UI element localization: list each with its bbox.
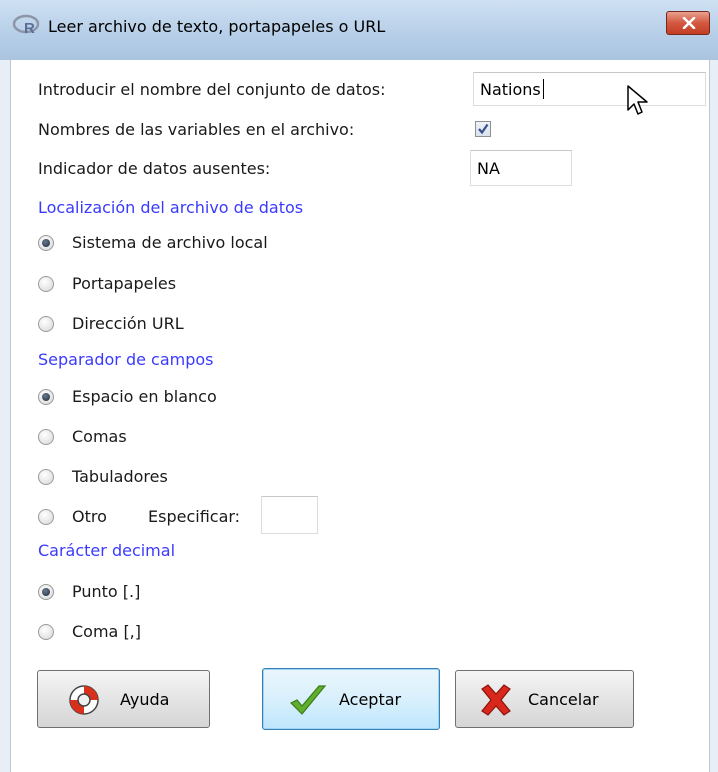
radio-local-filesystem[interactable] [38,235,54,251]
help-button-label: Ayuda [120,690,170,709]
decimal-heading: Carácter decimal [38,541,176,560]
window-title: Leer archivo de texto, portapapeles o UR… [48,17,386,36]
specify-separator-input[interactable] [261,496,318,534]
dataset-name-value: Nations [480,80,541,99]
window-frame-left [0,60,10,772]
radio-decimal-point[interactable] [38,584,54,600]
dataset-name-label: Introducir el nombre del conjunto de dat… [38,80,386,99]
svg-text:R: R [24,20,35,36]
checkmark-icon [289,683,327,721]
separator-heading: Separador de campos [38,350,214,369]
missing-indicator-input[interactable]: NA [470,150,572,186]
cancel-x-icon [478,683,514,721]
cancel-button[interactable]: Cancelar [455,670,634,728]
other-label[interactable]: Otro [72,507,107,526]
radio-url[interactable] [38,316,54,332]
location-heading: Localización del archivo de datos [38,198,304,217]
text-caret [542,79,544,99]
specify-label: Especificar: [148,507,241,526]
var-names-label: Nombres de las variables en el archivo: [38,120,355,139]
whitespace-label[interactable]: Espacio en blanco [72,387,217,406]
lifebuoy-icon [68,684,100,720]
commas-label[interactable]: Comas [72,427,127,446]
radio-decimal-comma[interactable] [38,624,54,640]
radio-clipboard[interactable] [38,276,54,292]
checkmark-icon [478,123,489,135]
help-button[interactable]: Ayuda [37,670,210,728]
clipboard-label[interactable]: Portapapeles [72,274,176,293]
radio-other[interactable] [38,509,54,525]
dialog-window: R Leer archivo de texto, portapapeles o … [0,0,718,772]
var-names-checkbox[interactable] [475,121,491,137]
dataset-name-input[interactable]: Nations [473,72,706,106]
missing-indicator-label: Indicador de datos ausentes: [38,159,271,178]
r-app-icon: R [12,14,42,37]
local-filesystem-label[interactable]: Sistema de archivo local [72,233,268,252]
tabs-label[interactable]: Tabuladores [72,467,168,486]
title-bar[interactable]: R Leer archivo de texto, portapapeles o … [0,0,718,61]
ok-button-label: Aceptar [339,690,402,709]
decimal-comma-label[interactable]: Coma [,] [72,622,141,641]
radio-tabs[interactable] [38,469,54,485]
cancel-button-label: Cancelar [528,690,599,709]
close-button[interactable] [666,11,710,35]
mouse-pointer-icon [626,84,652,122]
missing-indicator-value: NA [477,159,500,178]
ok-button[interactable]: Aceptar [262,668,440,730]
url-label[interactable]: Dirección URL [72,314,184,333]
radio-commas[interactable] [38,429,54,445]
decimal-point-label[interactable]: Punto [.] [72,582,140,601]
close-icon [682,17,696,29]
radio-whitespace[interactable] [38,389,54,405]
